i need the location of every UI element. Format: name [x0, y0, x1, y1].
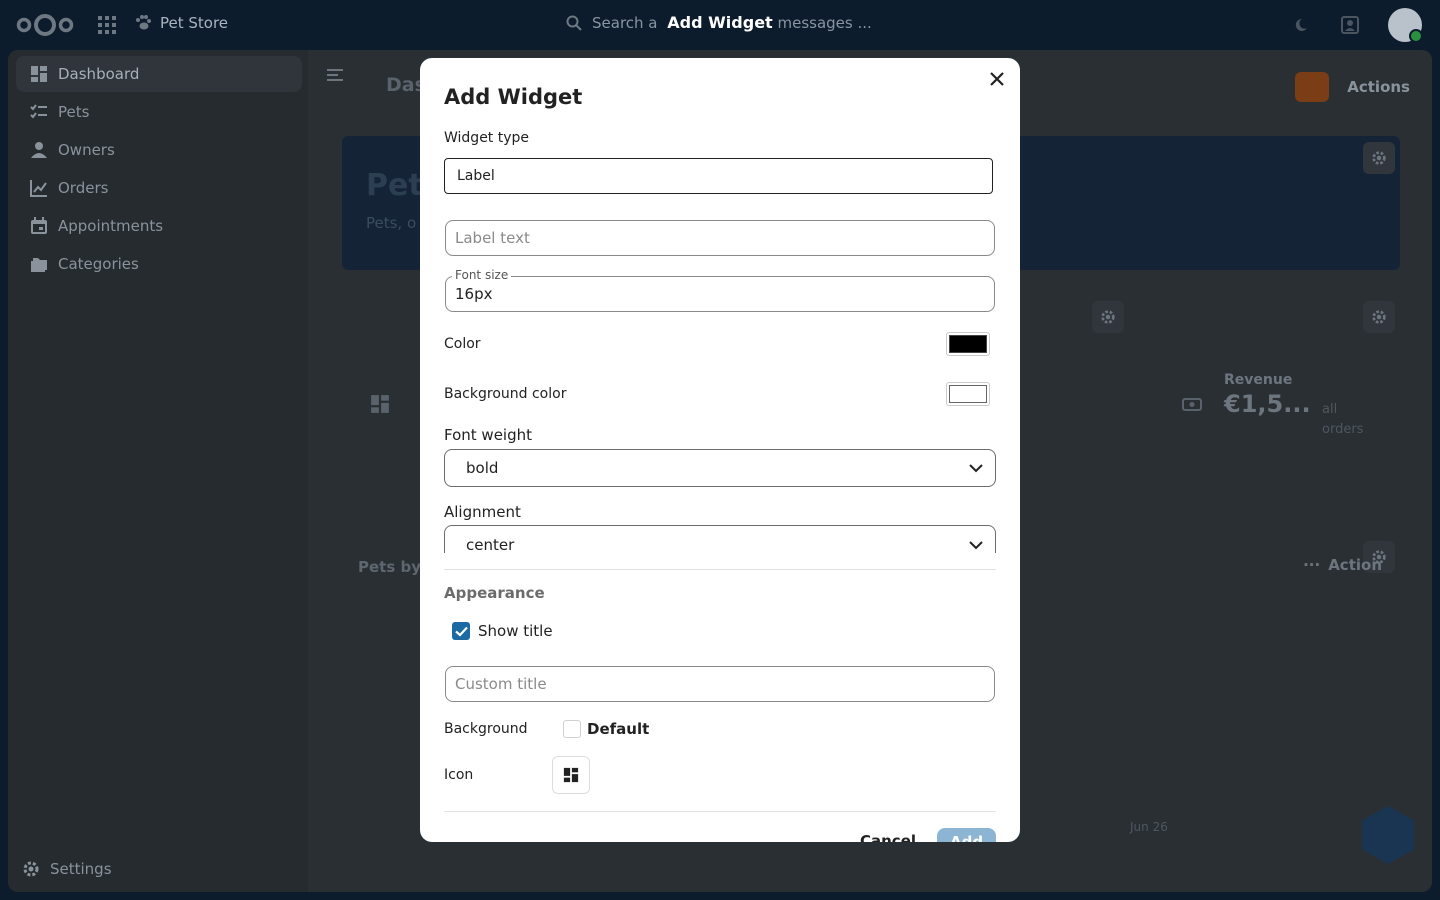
background-default-option[interactable]: Default: [563, 720, 649, 738]
font-size-value: 16px: [455, 285, 493, 303]
alignment-value: center: [466, 535, 515, 554]
color-swatch: [949, 335, 987, 353]
money-icon: [1182, 398, 1202, 411]
settings-link[interactable]: Settings: [22, 860, 112, 878]
user-avatar[interactable]: [1388, 8, 1423, 43]
dashboard-icon: [31, 66, 47, 82]
close-button[interactable]: [986, 68, 1008, 90]
chart-line-icon: [30, 180, 47, 197]
icon-picker-button[interactable]: [552, 756, 590, 794]
alignment-select[interactable]: center: [444, 525, 996, 554]
background-color-swatch: [949, 385, 987, 403]
footer-divider: [444, 811, 996, 812]
close-icon: [990, 72, 1004, 86]
hero-subtitle: Pets, o: [366, 214, 417, 232]
revenue-label: Revenue: [1224, 372, 1293, 388]
dashboard-icon: [371, 395, 389, 413]
checkbox-unchecked-icon: [563, 720, 581, 738]
widget-settings-button[interactable]: [1363, 142, 1395, 174]
add-widget-dialog: Add Widget Widget type Label Font size 1…: [420, 58, 1020, 842]
revenue-value: €1,5...: [1224, 390, 1311, 418]
appearance-section-title: Appearance: [444, 584, 545, 602]
show-title-label: Show title: [478, 622, 553, 640]
top-icons: [1294, 8, 1423, 43]
font-weight-value: bold: [466, 459, 499, 477]
header-actions: Actions: [1295, 72, 1410, 102]
gear-icon: [23, 861, 39, 877]
gear-icon: [1372, 151, 1386, 165]
chevron-down-icon: [969, 540, 983, 549]
calendar-icon: [31, 217, 47, 234]
dialog-heading: Add Widget: [667, 13, 773, 32]
sidebar-item-label: Appointments: [58, 217, 164, 235]
chart-widget-title: Pets by: [358, 558, 422, 576]
background-default-label: Default: [587, 720, 650, 738]
font-size-input[interactable]: Font size 16px: [445, 268, 995, 312]
background-color-picker[interactable]: [946, 382, 990, 406]
dialog-title: Add Widget: [444, 85, 583, 109]
sidebar-item-label: Categories: [58, 255, 139, 273]
gear-icon: [1101, 310, 1115, 324]
sidebar-item-pets[interactable]: Pets: [16, 94, 302, 130]
sidebar-item-owners[interactable]: Owners: [16, 132, 302, 168]
sidebar-item-label: Pets: [58, 103, 90, 121]
revenue-note-line: all: [1322, 402, 1338, 417]
add-button[interactable]: Add: [937, 828, 996, 842]
folders-icon: [31, 258, 47, 272]
custom-title-input[interactable]: [445, 666, 995, 702]
show-title-checkbox[interactable]: Show title: [452, 622, 553, 640]
font-size-label: Font size: [452, 268, 512, 282]
dashboard-icon: [563, 767, 579, 783]
label-text-input[interactable]: [445, 220, 995, 256]
sidebar-item-categories[interactable]: Categories: [16, 246, 302, 282]
sidebar-item-label: Owners: [58, 141, 115, 159]
widget-actions-button[interactable]: ··· Action: [1303, 556, 1382, 574]
sidebar-item-orders[interactable]: Orders: [16, 170, 302, 206]
alert-button[interactable]: [1295, 72, 1330, 102]
background-color-label: Background color: [444, 386, 567, 402]
settings-label: Settings: [50, 860, 112, 878]
revenue-note: all orders: [1322, 400, 1363, 440]
chevron-down-icon: [969, 464, 983, 473]
sidebar-item-appointments[interactable]: Appointments: [16, 208, 302, 244]
hero-title: Pet: [366, 168, 423, 203]
icon-label: Icon: [444, 767, 474, 783]
widget-type-label: Widget type: [444, 130, 530, 146]
list-check-icon: [30, 104, 47, 119]
font-weight-select[interactable]: bold: [444, 449, 996, 487]
more-icon: ···: [1303, 556, 1321, 574]
section-divider: [444, 569, 996, 570]
sidebar-item-label: Dashboard: [58, 65, 140, 83]
chart-axis-label: Jun 26: [1130, 820, 1168, 834]
font-weight-label: Font weight: [444, 426, 533, 444]
sidebar-item-label: Orders: [58, 179, 109, 197]
top-bar: Pet Store Search a messages ... Add Widg…: [0, 0, 1440, 50]
contacts-icon[interactable]: [1340, 15, 1360, 35]
cancel-button[interactable]: Cancel: [860, 832, 916, 842]
revenue-stat: Revenue €1,5...: [1224, 372, 1311, 418]
widget-settings-button[interactable]: [1363, 301, 1395, 333]
widget-type-select[interactable]: Label: [444, 158, 993, 194]
sidebar-item-dashboard[interactable]: Dashboard: [16, 56, 302, 92]
moon-icon[interactable]: [1294, 16, 1312, 34]
color-picker[interactable]: [946, 332, 990, 356]
alignment-label: Alignment: [444, 503, 521, 521]
checkbox-checked-icon: [452, 622, 470, 640]
gear-icon: [1372, 310, 1386, 324]
background-label: Background: [444, 721, 528, 737]
sidebar: Dashboard Pets Owners Orders Appointment…: [8, 50, 308, 892]
revenue-note-line: orders: [1322, 422, 1364, 437]
menu-collapse-icon[interactable]: [326, 66, 344, 84]
user-icon: [31, 142, 47, 158]
widget-actions-label: Action: [1328, 556, 1382, 574]
actions-button[interactable]: Actions: [1347, 78, 1410, 96]
color-label: Color: [444, 336, 481, 352]
widget-settings-button[interactable]: [1092, 301, 1124, 333]
assistant-button[interactable]: [1362, 806, 1414, 864]
